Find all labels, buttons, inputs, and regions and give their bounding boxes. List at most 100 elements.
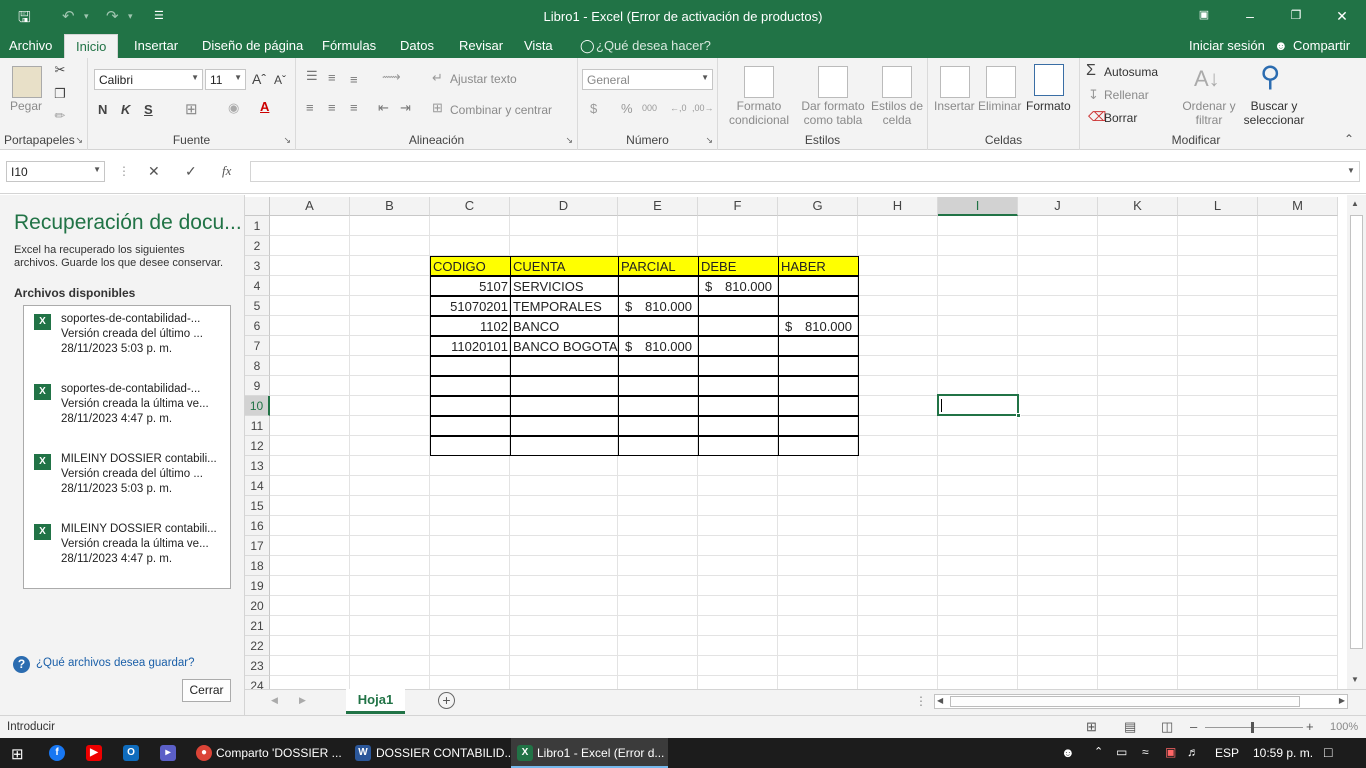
row-header-10[interactable]: 10 — [245, 396, 270, 416]
empty-table-cell[interactable] — [778, 376, 859, 396]
tell-me-icon[interactable]: ◯ — [580, 38, 595, 54]
tell-me-search[interactable]: ¿Qué desea hacer? — [596, 38, 711, 53]
italic-button[interactable]: K — [121, 102, 130, 117]
row-header-24[interactable]: 24 — [245, 676, 270, 689]
add-sheet-icon[interactable]: + — [438, 692, 455, 709]
recovered-file-item[interactable]: X MILEINY DOSSIER contabili... Versión c… — [24, 518, 230, 584]
empty-table-cell[interactable] — [698, 376, 779, 396]
header-codigo[interactable]: CODIGO — [430, 256, 511, 276]
row-header-1[interactable]: 1 — [245, 216, 270, 236]
empty-table-cell[interactable] — [618, 376, 699, 396]
cell-parcial[interactable]: $810.000 — [618, 296, 699, 316]
cell-cuenta[interactable]: SERVICIOS — [510, 276, 619, 296]
tab-vista[interactable]: Vista — [524, 38, 553, 53]
increase-indent-icon[interactable]: ⇥ — [400, 100, 411, 116]
expand-formula-icon[interactable]: ▼ — [1347, 166, 1355, 175]
cell-debe[interactable] — [698, 296, 779, 316]
row-header-16[interactable]: 16 — [245, 516, 270, 536]
taskbar-item-word[interactable]: W DOSSIER CONTABILID... — [349, 738, 514, 768]
sort-filter-icon[interactable]: A↓ — [1194, 66, 1220, 92]
row-header-20[interactable]: 20 — [245, 596, 270, 616]
minimize-icon[interactable]: – — [1240, 8, 1260, 24]
windows-start-icon[interactable]: ⊞ — [11, 745, 24, 763]
underline-button[interactable]: S — [144, 102, 153, 117]
cell-haber[interactable]: $810.000 — [778, 316, 859, 336]
scroll-thumb[interactable] — [1350, 215, 1363, 649]
zoom-out-icon[interactable]: – — [1190, 719, 1197, 734]
row-header-6[interactable]: 6 — [245, 316, 270, 336]
formula-input[interactable] — [250, 161, 1360, 182]
number-format-select[interactable]: General ▼ — [582, 69, 713, 90]
empty-table-cell[interactable] — [618, 436, 699, 456]
empty-table-cell[interactable] — [430, 416, 511, 436]
antivirus-icon[interactable]: ▣ — [1165, 745, 1176, 759]
delete-cells-button[interactable]: Eliminar — [978, 99, 1021, 113]
decrease-indent-icon[interactable]: ⇤ — [378, 100, 389, 116]
cell-parcial[interactable] — [618, 316, 699, 336]
tab-insertar[interactable]: Insertar — [134, 38, 178, 53]
align-center-icon[interactable]: ≡ — [328, 100, 336, 115]
cell-styles-button[interactable]: Estilos de celda — [870, 99, 924, 127]
row-header-12[interactable]: 12 — [245, 436, 270, 456]
bold-button[interactable]: N — [98, 102, 107, 117]
empty-table-cell[interactable] — [430, 356, 511, 376]
empty-table-cell[interactable] — [510, 396, 619, 416]
recovered-file-item[interactable]: X soportes-de-contabilidad-... Versión c… — [24, 308, 230, 374]
share-button[interactable]: Compartir — [1293, 38, 1350, 53]
font-color-icon[interactable]: A — [260, 99, 269, 114]
insert-function-icon[interactable]: fx — [222, 163, 231, 179]
font-size-select[interactable]: 11 ▼ — [205, 69, 246, 90]
empty-table-cell[interactable] — [430, 396, 511, 416]
column-header-a[interactable]: A — [270, 197, 350, 216]
wrap-text-button[interactable]: Ajustar texto — [450, 72, 517, 86]
cell-codigo[interactable]: 51070201 — [430, 296, 511, 316]
dialog-launcher-icon[interactable]: ↘ — [75, 135, 83, 146]
app-icon[interactable]: ▸ — [160, 745, 176, 761]
next-sheet-icon[interactable]: ▶ — [299, 695, 306, 706]
chevron-up-icon[interactable]: ⌃ — [1094, 745, 1103, 758]
cell-codigo[interactable]: 1102 — [430, 316, 511, 336]
insert-cells-button[interactable]: Insertar — [934, 99, 975, 113]
align-right-icon[interactable]: ≡ — [350, 100, 358, 115]
row-header-4[interactable]: 4 — [245, 276, 270, 296]
row-header-18[interactable]: 18 — [245, 556, 270, 576]
percent-button[interactable]: % — [621, 101, 633, 116]
battery-icon[interactable]: ▭ — [1116, 745, 1127, 759]
cell-styles-icon[interactable] — [882, 66, 912, 98]
format-as-table-icon[interactable] — [818, 66, 848, 98]
cell-haber[interactable] — [778, 276, 859, 296]
column-header-c[interactable]: C — [430, 197, 510, 216]
splitter-icon[interactable]: ⋮ — [915, 694, 927, 708]
empty-table-cell[interactable] — [510, 376, 619, 396]
recovered-file-item[interactable]: X MILEINY DOSSIER contabili... Versión c… — [24, 448, 230, 514]
column-header-m[interactable]: M — [1258, 197, 1338, 216]
ribbon-display-icon[interactable]: ▣ — [1194, 8, 1214, 21]
format-painter-icon[interactable]: ✏ — [52, 108, 68, 124]
format-as-table-button[interactable]: Dar formato como tabla — [798, 99, 868, 127]
column-header-h[interactable]: H — [858, 197, 938, 216]
signin-link[interactable]: Iniciar sesión — [1189, 38, 1265, 53]
conditional-format-button[interactable]: Formato condicional — [726, 99, 792, 127]
cancel-icon[interactable]: ✕ — [148, 163, 160, 180]
which-files-help-link[interactable]: ¿Qué archivos desea guardar? — [36, 657, 195, 669]
empty-table-cell[interactable] — [618, 356, 699, 376]
borders-icon[interactable]: ⊞ — [185, 100, 198, 118]
zoom-in-icon[interactable]: + — [1306, 719, 1314, 734]
row-header-11[interactable]: 11 — [245, 416, 270, 436]
header-parcial[interactable]: PARCIAL — [618, 256, 699, 276]
cell-cuenta[interactable]: TEMPORALES — [510, 296, 619, 316]
cut-icon[interactable]: ✂ — [52, 62, 68, 78]
fill-button[interactable]: Rellenar — [1104, 88, 1149, 102]
active-cell-selection[interactable] — [937, 394, 1021, 418]
tab-formulas[interactable]: Fórmulas — [322, 38, 376, 53]
row-header-8[interactable]: 8 — [245, 356, 270, 376]
empty-table-cell[interactable] — [618, 396, 699, 416]
currency-button[interactable]: $ — [590, 101, 597, 116]
row-header-7[interactable]: 7 — [245, 336, 270, 356]
cell-cuenta[interactable]: BANCO BOGOTA — [510, 336, 619, 356]
align-middle-icon[interactable]: ≡ — [328, 70, 336, 85]
clear-button[interactable]: Borrar — [1104, 111, 1137, 125]
dialog-launcher-icon[interactable]: ↘ — [565, 135, 573, 146]
paste-icon[interactable] — [12, 66, 42, 98]
clock[interactable]: 10:59 p. m. — [1253, 746, 1313, 760]
